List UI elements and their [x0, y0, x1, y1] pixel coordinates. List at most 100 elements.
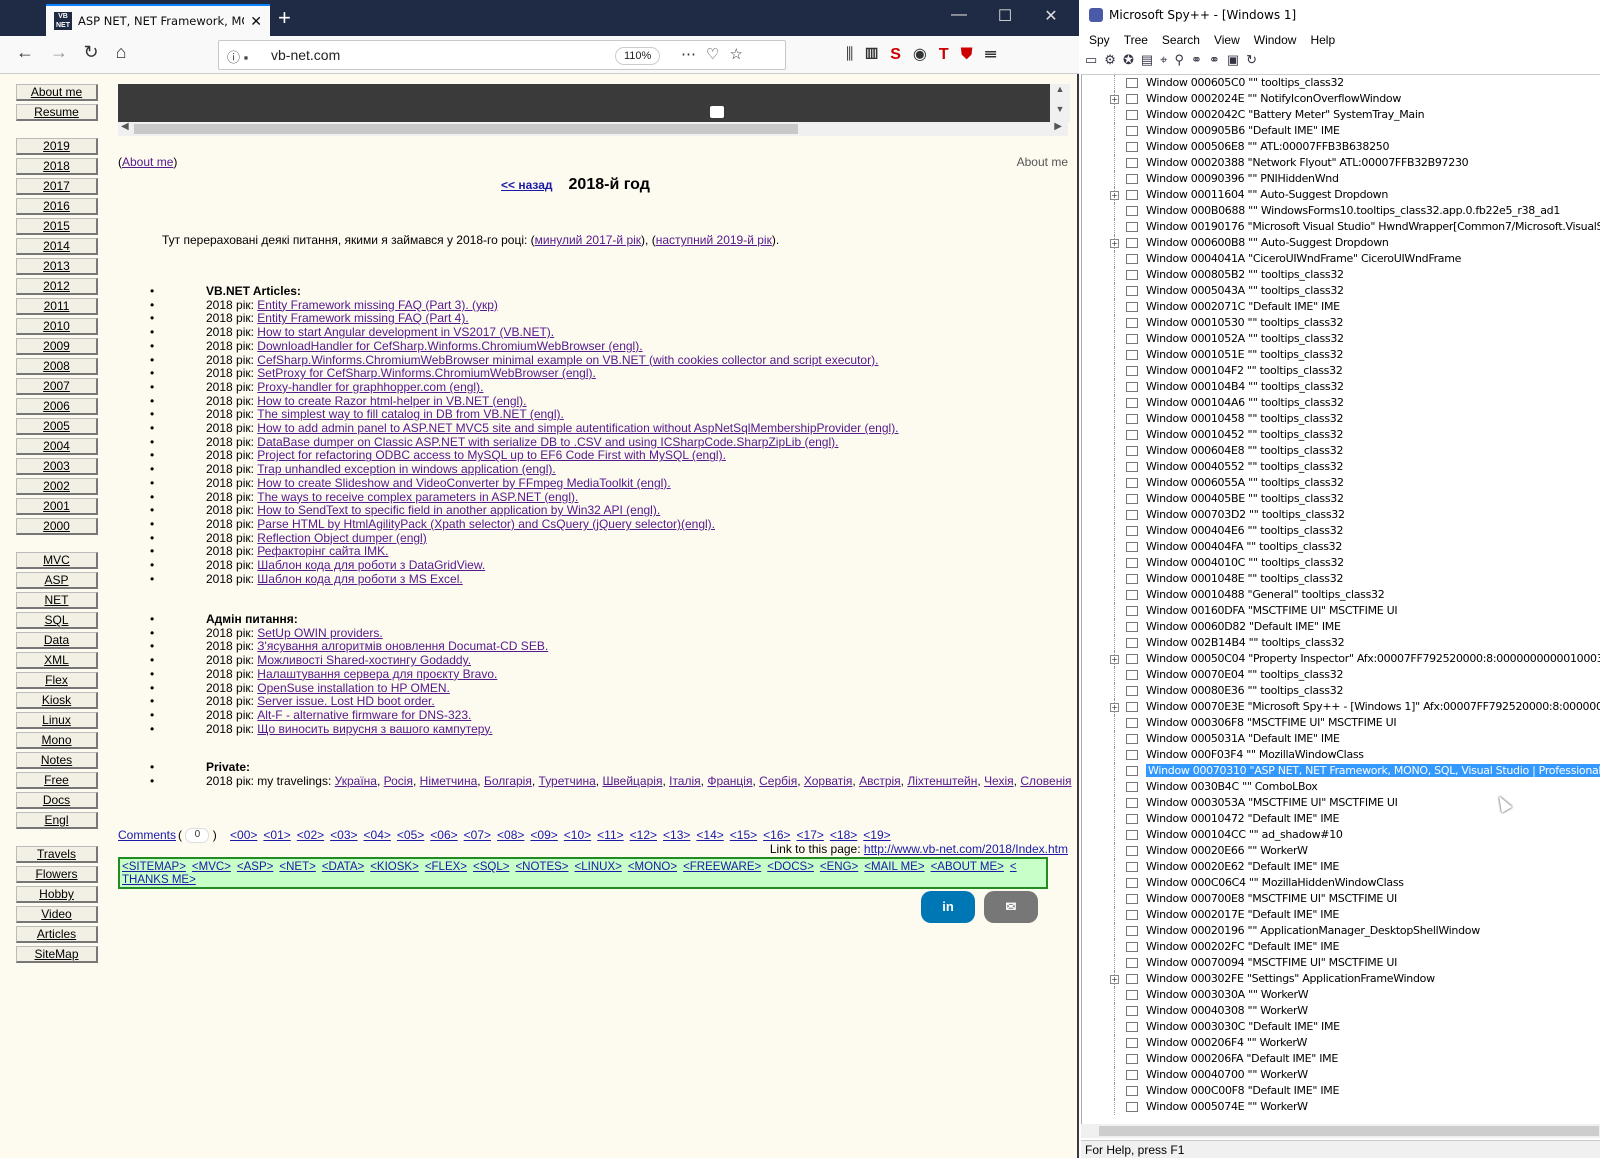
- tree-row[interactable]: Window 000605C0 "" tooltips_class32: [1082, 75, 1600, 91]
- travel-link[interactable]: Росія: [384, 774, 413, 788]
- article-link[interactable]: Reflection Object dumper (engl): [257, 531, 426, 545]
- nav-button-travels[interactable]: Travels: [16, 846, 98, 863]
- tree-row[interactable]: Window 000404FA "" tooltips_class32: [1082, 539, 1600, 555]
- nav-button-engl[interactable]: Engl: [16, 812, 98, 829]
- page-link[interactable]: <15>: [730, 828, 757, 842]
- scroll-right-icon[interactable]: ▶: [1054, 121, 1062, 132]
- find-next-icon[interactable]: ⚭: [1191, 52, 1209, 67]
- page-link[interactable]: <09>: [530, 828, 557, 842]
- footer-link[interactable]: <DOCS>: [767, 861, 814, 873]
- article-link[interactable]: Рефакторінг сайта IMK.: [257, 544, 388, 559]
- travel-link[interactable]: Болгарія: [484, 774, 532, 788]
- about-me-link[interactable]: About me: [122, 155, 173, 169]
- menu-spy[interactable]: Spy: [1089, 33, 1110, 47]
- nav-button-sitemap[interactable]: SiteMap: [16, 946, 98, 963]
- footer-link[interactable]: <ABOUT ME>: [931, 861, 1004, 873]
- nav-button-net[interactable]: NET: [16, 592, 98, 609]
- mail-button[interactable]: ✉: [984, 891, 1038, 923]
- page-link[interactable]: <06>: [430, 828, 457, 842]
- tree-row[interactable]: Window 0006055A "" tooltips_class32: [1082, 475, 1600, 491]
- footer-link[interactable]: <LINUX>: [575, 861, 622, 873]
- tree-row[interactable]: Window 0003053A "MSCTFIME UI" MSCTFIME U…: [1082, 795, 1600, 811]
- article-link[interactable]: Proxy-handler for graphhopper.com (engl)…: [257, 380, 483, 394]
- travel-link[interactable]: Франція: [707, 774, 752, 788]
- new-tab-icon[interactable]: +: [278, 5, 291, 31]
- nav-button-free[interactable]: Free: [16, 772, 98, 789]
- find-window-icon[interactable]: ⌖: [1160, 52, 1174, 67]
- embed-horizontal-scrollbar[interactable]: ◀ ▶: [118, 121, 1068, 136]
- admin-link[interactable]: Alt-F - alternative firmware for DNS-323…: [257, 708, 471, 722]
- tree-row[interactable]: Window 00010458 "" tooltips_class32: [1082, 411, 1600, 427]
- s-extension-icon[interactable]: S: [890, 46, 913, 63]
- tree-row[interactable]: Window 000104CC "" ad_shadow#10: [1082, 827, 1600, 843]
- tree-row[interactable]: Window 0030B4C "" ComboLBox: [1082, 779, 1600, 795]
- article-link[interactable]: How to add admin panel to ASP.NET MVC5 s…: [257, 421, 898, 435]
- nav-button-2015[interactable]: 2015: [16, 218, 98, 235]
- tree-row[interactable]: Window 0002071C "Default IME" IME: [1082, 299, 1600, 315]
- nav-button-2019[interactable]: 2019: [16, 138, 98, 155]
- menu-search[interactable]: Search: [1162, 33, 1200, 47]
- nav-button-2007[interactable]: 2007: [16, 378, 98, 395]
- nav-button-asp[interactable]: ASP: [16, 572, 98, 589]
- prev-year-link[interactable]: минулий 2017-й рік: [535, 233, 641, 247]
- browser-tab[interactable]: VB NET ASP NET, NET Framework, MONO, SQL…: [46, 4, 270, 36]
- nav-button-kiosk[interactable]: Kiosk: [16, 692, 98, 709]
- tree-row[interactable]: Window 000404E6 "" tooltips_class32: [1082, 523, 1600, 539]
- admin-link[interactable]: OpenSuse installation to HP OMEN.: [257, 681, 450, 695]
- account-icon[interactable]: ◉: [913, 46, 939, 63]
- article-link[interactable]: Шаблон кода для роботи з DataGridView.: [257, 558, 485, 572]
- nav-button-2008[interactable]: 2008: [16, 358, 98, 375]
- nav-button-2017[interactable]: 2017: [16, 178, 98, 195]
- nav-button-2012[interactable]: 2012: [16, 278, 98, 295]
- page-link[interactable]: <05>: [397, 828, 424, 842]
- tree-row[interactable]: + Window 00011604 "" Auto-Suggest Dropdow…: [1082, 187, 1600, 203]
- page-link[interactable]: <17>: [797, 828, 824, 842]
- maximize-icon[interactable]: ☐: [982, 6, 1028, 26]
- admin-link[interactable]: SetUp OWIN providers.: [257, 626, 382, 640]
- tree-row[interactable]: Window 000905B6 "Default IME" IME: [1082, 123, 1600, 139]
- travel-link[interactable]: Україна: [335, 774, 377, 788]
- footer-link[interactable]: <NET>: [279, 861, 315, 873]
- sidebar-icon[interactable]: ▥: [865, 46, 890, 63]
- tree-row[interactable]: Window 00020E62 "Default IME" IME: [1082, 859, 1600, 875]
- article-link[interactable]: Entity Framework missing FAQ (Part 3). (…: [257, 298, 498, 312]
- article-link[interactable]: How to SendText to specific field in ano…: [257, 503, 660, 517]
- tree-row[interactable]: Window 000202FC "Default IME" IME: [1082, 939, 1600, 955]
- tree-row[interactable]: Window 0002042C "Battery Meter" SystemTr…: [1082, 107, 1600, 123]
- tree-row[interactable]: Window 000306F8 "MSCTFIME UI" MSCTFIME U…: [1082, 715, 1600, 731]
- travel-link[interactable]: Німетчина: [420, 774, 478, 788]
- tree-row[interactable]: Window 0001051E "" tooltips_class32: [1082, 347, 1600, 363]
- tree-row[interactable]: Window 000700E8 "MSCTFIME UI" MSCTFIME U…: [1082, 891, 1600, 907]
- expand-icon[interactable]: +: [1110, 95, 1119, 104]
- page-link[interactable]: <03>: [330, 828, 357, 842]
- tree-row[interactable]: Window 00080E36 "" tooltips_class32: [1082, 683, 1600, 699]
- tree-row[interactable]: Window 002B14B4 "" tooltips_class32: [1082, 635, 1600, 651]
- expand-icon[interactable]: +: [1110, 975, 1119, 984]
- nav-button-2016[interactable]: 2016: [16, 198, 98, 215]
- admin-link[interactable]: Налаштування сервера для проєкту Bravo.: [257, 667, 497, 681]
- tree-row[interactable]: Window 0001048E "" tooltips_class32: [1082, 571, 1600, 587]
- shield-extension-icon[interactable]: ⛊: [961, 46, 985, 63]
- tree-row[interactable]: Window 000206F4 "" WorkerW: [1082, 1035, 1600, 1051]
- tree-row[interactable]: Window 00070094 "MSCTFIME UI" MSCTFIME U…: [1082, 955, 1600, 971]
- next-year-link[interactable]: наступний 2019-й рік: [656, 233, 772, 247]
- about-me-right[interactable]: About me: [1017, 155, 1068, 169]
- page-link[interactable]: <18>: [830, 828, 857, 842]
- zoom-level[interactable]: 110%: [615, 47, 661, 65]
- tree-row[interactable]: Window 00040700 "" WorkerW: [1082, 1067, 1600, 1083]
- tree-row[interactable]: Window 0002017E "Default IME" IME: [1082, 907, 1600, 923]
- reload-icon[interactable]: ↻: [78, 42, 104, 63]
- travel-link[interactable]: Словенія: [1020, 774, 1071, 788]
- tree-row[interactable]: Window 00090396 "" PNIHiddenWnd: [1082, 171, 1600, 187]
- page-link[interactable]: <13>: [663, 828, 690, 842]
- tree-row[interactable]: Window 000405BE "" tooltips_class32: [1082, 491, 1600, 507]
- nav-button-2011[interactable]: 2011: [16, 298, 98, 315]
- url-text[interactable]: vb-net.com: [271, 47, 340, 63]
- linkedin-button[interactable]: in: [921, 891, 975, 923]
- tree-row[interactable]: Window 000F03F4 "" MozillaWindowClass: [1082, 747, 1600, 763]
- tree-row[interactable]: Window 000703D2 "" tooltips_class32: [1082, 507, 1600, 523]
- article-link[interactable]: How to create Slideshow and VideoConvert…: [257, 476, 670, 490]
- link-to-page-url[interactable]: http://www.vb-net.com/2018/Index.htm: [864, 842, 1068, 856]
- tree-row[interactable]: Window 000B0688 "" WindowsForms10.toolti…: [1082, 203, 1600, 219]
- page-link[interactable]: <10>: [564, 828, 591, 842]
